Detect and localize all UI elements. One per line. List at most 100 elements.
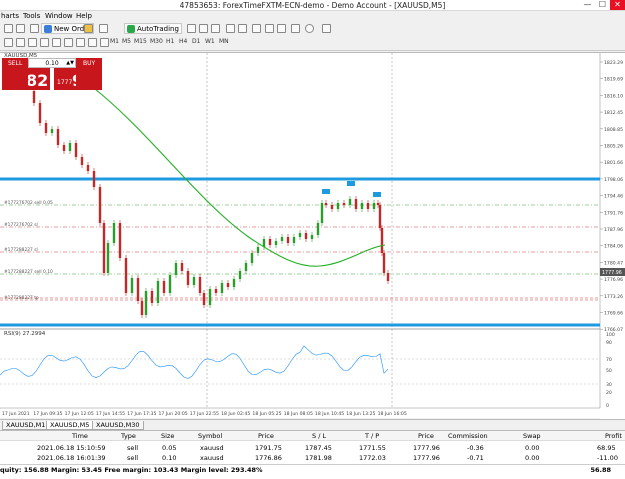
time-tick-label: 17 Jun 17:35 — [127, 411, 156, 417]
menu-help[interactable]: Help — [76, 12, 92, 20]
price-tick-label: 1776.96 — [604, 277, 623, 283]
rsi-tick-label: 50 — [606, 368, 612, 374]
autoscroll-icon[interactable] — [265, 24, 274, 33]
trendline-icon[interactable] — [52, 38, 61, 47]
volume-stepper-icon[interactable]: ▲▼ — [66, 59, 74, 68]
minimize-button[interactable]: — — [580, 0, 595, 10]
candle-body — [292, 237, 296, 243]
cursor-icon[interactable] — [4, 38, 13, 47]
menu-window[interactable]: Window — [45, 12, 73, 20]
tab-xauusd-m1[interactable]: XAUUSD,M1 — [2, 421, 50, 430]
channel-icon[interactable] — [64, 38, 73, 47]
auto-trading-icon — [127, 25, 135, 33]
timeframe-h4[interactable]: H4 — [179, 38, 187, 45]
timeframe-h1[interactable]: H1 — [166, 38, 174, 45]
market-watch-icon[interactable] — [30, 24, 39, 33]
zoom-out-icon[interactable] — [238, 24, 247, 33]
timeframe-mn[interactable]: MN — [219, 38, 229, 45]
maximize-button[interactable]: ☐ — [595, 0, 610, 10]
price-tick-label: 1769.66 — [604, 311, 623, 317]
price-tick-label: 1805.26 — [604, 144, 623, 150]
terminal-trade-table: Time Type Size Symbol Price S / L T / P … — [0, 430, 625, 479]
timeframe-m30[interactable]: M30 — [150, 38, 163, 45]
rsi-tick-label: 20 — [606, 390, 612, 396]
volume-input[interactable]: 0.10 ▲▼ — [28, 58, 76, 68]
timeframe-d1[interactable]: D1 — [192, 38, 200, 45]
timeframe-m15[interactable]: M15 — [134, 38, 147, 45]
col-price-current[interactable]: Price — [418, 432, 434, 440]
chart-shift-icon[interactable] — [277, 24, 286, 33]
text-icon[interactable] — [88, 38, 97, 47]
order-line-label: #177288227 sl — [4, 247, 38, 253]
fibonacci-icon[interactable] — [76, 38, 85, 47]
candle-body — [56, 129, 60, 145]
candle-chart-icon[interactable] — [199, 24, 208, 33]
tester-icon[interactable] — [99, 24, 108, 33]
horizontal-line-icon[interactable] — [40, 38, 49, 47]
candle-body — [136, 278, 140, 301]
new-chart-icon[interactable] — [4, 24, 13, 33]
tab-xauusd-m30[interactable]: XAUUSD,M30 — [92, 421, 144, 430]
col-size[interactable]: Size — [161, 432, 174, 440]
candle-body — [150, 291, 154, 303]
line-chart-icon[interactable] — [211, 24, 220, 33]
timeframe-w1[interactable]: W1 — [205, 38, 215, 45]
candle-body — [118, 223, 122, 258]
menu-charts[interactable]: harts — [1, 12, 19, 20]
price-chart[interactable]: 1823.29 1819.69 1816.10 1812.45 1808.85 1805.… — [0, 53, 625, 419]
timeframe-m5[interactable]: M5 — [122, 38, 131, 45]
table-row[interactable]: 2021.06.18 15:10:59 sell 0.05 xauusd 179… — [0, 443, 625, 452]
col-price[interactable]: Price — [258, 432, 274, 440]
candle-body — [62, 145, 66, 151]
templates-icon[interactable] — [322, 24, 331, 33]
trade-marker-icon — [347, 181, 355, 186]
zoom-in-icon[interactable] — [226, 24, 235, 33]
time-tick-label: 17 Jun 09:35 — [33, 411, 62, 417]
col-profit[interactable]: Profit — [605, 432, 622, 440]
auto-trading-button[interactable]: AutoTrading — [124, 23, 182, 34]
price-tick-label: 1773.26 — [604, 294, 623, 300]
candle-body — [298, 233, 302, 237]
periods-icon[interactable] — [305, 24, 314, 33]
candle-body — [98, 187, 102, 223]
col-symbol[interactable]: Symbol — [198, 432, 222, 440]
candle-body — [168, 275, 172, 293]
col-tp[interactable]: T / P — [365, 432, 379, 440]
metaeditor-icon[interactable] — [84, 24, 93, 33]
col-time[interactable]: Time — [72, 432, 88, 440]
candle-body — [380, 228, 384, 253]
candle-body — [198, 277, 202, 293]
indicators-icon[interactable] — [291, 24, 300, 33]
candle-body — [268, 239, 272, 245]
profiles-icon[interactable] — [16, 24, 25, 33]
candle-body — [220, 283, 224, 293]
tile-icon[interactable] — [252, 24, 261, 33]
crosshair-icon[interactable] — [16, 38, 25, 47]
candle-body — [324, 203, 328, 205]
price-tick-label: 1798.06 — [604, 177, 623, 183]
close-button[interactable]: ✕ — [610, 0, 625, 10]
col-type[interactable]: Type — [121, 432, 136, 440]
tab-xauusd-m5[interactable]: XAUUSD,M5 — [46, 421, 94, 430]
price-tick-label: 1784.06 — [604, 244, 623, 250]
menu-tools[interactable]: Tools — [23, 12, 40, 20]
rsi-label: RSI(9) 27.2994 — [4, 331, 46, 337]
timeframe-m1[interactable]: M1 — [110, 38, 119, 45]
vertical-line-icon[interactable] — [28, 38, 37, 47]
rsi-line — [0, 345, 389, 379]
sell-button[interactable]: SELL — [2, 58, 28, 90]
price-tick-label: 1787.96 — [604, 227, 623, 233]
buy-button[interactable]: BUY — [76, 58, 102, 90]
sell-price-big: 82 — [26, 71, 49, 90]
arrows-icon[interactable] — [100, 38, 109, 47]
col-swap[interactable]: Swap — [523, 432, 541, 440]
chart-area[interactable]: 1823.29 1819.69 1816.10 1812.45 1808.85 1805.… — [0, 52, 625, 419]
candle-body — [336, 203, 340, 209]
col-commission[interactable]: Commission — [448, 432, 488, 440]
candle-body — [124, 258, 128, 293]
bar-chart-icon[interactable] — [187, 24, 196, 33]
candle-body — [354, 199, 358, 209]
col-sl[interactable]: S / L — [312, 432, 326, 440]
table-row[interactable]: 2021.06.18 16:01:39 sell 0.10 xauusd 177… — [0, 453, 625, 462]
order-line-label: #177276702 sell 0.05 — [4, 200, 53, 206]
